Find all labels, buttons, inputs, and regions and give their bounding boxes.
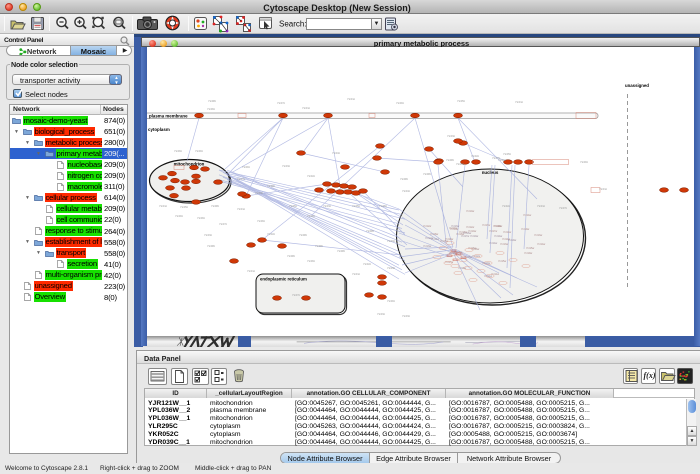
svg-text:Ynl14w: Ynl14w (489, 242, 497, 245)
svg-text:Ynl17w: Ynl17w (482, 224, 490, 227)
svg-text:Ynl16w: Ynl16w (471, 248, 479, 251)
svg-text:Ykr06c: Ykr06c (307, 259, 316, 263)
svg-text:Ykr08c: Ykr08c (423, 172, 432, 176)
svg-text:Ykr08c: Ykr08c (337, 249, 346, 253)
svg-text:Ykr06c: Ykr06c (174, 149, 183, 153)
svg-text:Ynl14w: Ynl14w (537, 243, 545, 246)
svg-text:Ykr01c: Ykr01c (237, 207, 246, 211)
svg-text:Ykr03c: Ykr03c (282, 164, 291, 168)
svg-text:Ykr04c: Ykr04c (402, 189, 411, 193)
svg-text:Ykr08c: Ykr08c (366, 229, 375, 233)
svg-text:Ykr05c: Ykr05c (352, 204, 361, 208)
svg-text:Ynl18w: Ynl18w (456, 233, 464, 236)
svg-text:Ykr03c: Ykr03c (377, 312, 386, 316)
svg-text:Ykr01c: Ykr01c (515, 100, 524, 104)
svg-text:Ykr00c: Ykr00c (387, 299, 396, 303)
svg-text:Ynl18w: Ynl18w (430, 233, 438, 236)
svg-text:Ykr03c: Ykr03c (323, 204, 332, 208)
svg-text:Ykr08c: Ykr08c (208, 99, 217, 103)
svg-text:Ykr04c: Ykr04c (332, 151, 341, 155)
svg-text:Ykr01c: Ykr01c (247, 269, 256, 273)
svg-text:Ykr03c: Ykr03c (387, 239, 396, 243)
svg-text:unassigned: unassigned (625, 83, 649, 88)
svg-text:Ykr03c: Ykr03c (387, 266, 396, 270)
svg-text:Ynl13w: Ynl13w (423, 245, 431, 248)
svg-text:Ykr05c: Ykr05c (457, 99, 466, 103)
svg-text:Ykr00c: Ykr00c (580, 160, 589, 164)
svg-text:plasma membrane: plasma membrane (149, 114, 188, 119)
svg-text:Ykr06c: Ykr06c (498, 158, 507, 162)
svg-text:Ynl17w: Ynl17w (489, 230, 497, 233)
svg-text:Ykr00c: Ykr00c (242, 165, 251, 169)
svg-text:Ynl11w: Ynl11w (431, 238, 439, 241)
svg-text:Ykr00c: Ykr00c (175, 214, 184, 218)
svg-text:Ykr01c: Ykr01c (302, 106, 311, 110)
svg-text:Ynl15w: Ynl15w (526, 247, 534, 250)
svg-text:Ynl13w: Ynl13w (534, 234, 542, 237)
svg-text:Ykr01c: Ykr01c (352, 272, 361, 276)
svg-text:endoplasmic reticulum: endoplasmic reticulum (260, 277, 307, 282)
svg-text:Ynl11w: Ynl11w (502, 238, 510, 241)
svg-text:cytoplasm: cytoplasm (148, 127, 170, 132)
svg-text:Ynl13w: Ynl13w (500, 243, 508, 246)
svg-text:Ynl14w: Ynl14w (503, 231, 511, 234)
svg-text:Ynl19w: Ynl19w (524, 252, 532, 255)
svg-text:Ykr07c: Ykr07c (277, 101, 286, 105)
svg-text:Ynl15w: Ynl15w (498, 260, 506, 263)
svg-text:Ynl12w: Ynl12w (423, 225, 431, 228)
svg-text:Ykr02c: Ykr02c (267, 232, 276, 236)
svg-text:Ykr08c: Ykr08c (287, 254, 296, 258)
svg-text:Ynl11w: Ynl11w (493, 225, 501, 228)
svg-text:Ykr08c: Ykr08c (446, 158, 455, 162)
svg-text:Ykr06c: Ykr06c (307, 214, 316, 218)
svg-text:Ykr02c: Ykr02c (363, 262, 372, 266)
svg-text:Ykr01c: Ykr01c (599, 187, 608, 191)
svg-text:Ykr03c: Ykr03c (447, 134, 456, 138)
svg-text:Ykr08c: Ykr08c (400, 177, 409, 181)
svg-text:Ykr05c: Ykr05c (503, 152, 512, 156)
svg-text:Ykr06c: Ykr06c (257, 219, 266, 223)
svg-text:Ykr05c: Ykr05c (289, 204, 298, 208)
svg-text:Ynl10w: Ynl10w (466, 210, 474, 213)
svg-text:Ynl10w: Ynl10w (468, 230, 476, 233)
svg-text:Ykr05c: Ykr05c (379, 204, 388, 208)
svg-text:Ynl10w: Ynl10w (450, 228, 458, 231)
svg-text:Ykr01c: Ykr01c (347, 97, 356, 101)
svg-text:Ykr07c: Ykr07c (237, 177, 246, 181)
svg-text:Ykr05c: Ykr05c (180, 205, 189, 209)
svg-text:Ykr00c: Ykr00c (396, 101, 405, 105)
svg-text:Ykr08c: Ykr08c (267, 184, 276, 188)
svg-text:Ykr02c: Ykr02c (471, 154, 480, 158)
svg-text:Ynl19w: Ynl19w (521, 228, 529, 231)
svg-text:Ykr06c: Ykr06c (207, 107, 216, 111)
svg-text:Ykr07c: Ykr07c (292, 293, 301, 297)
svg-text:Ykr08c: Ykr08c (299, 233, 308, 237)
svg-text:Ykr01c: Ykr01c (537, 204, 546, 208)
svg-text:Ynl14w: Ynl14w (523, 214, 531, 217)
svg-text:Ykr02c: Ykr02c (502, 204, 511, 208)
svg-text:Ykr03c: Ykr03c (204, 233, 213, 237)
svg-text:Search:: Search: (279, 20, 307, 29)
svg-text:Ynl12w: Ynl12w (466, 226, 474, 229)
svg-text:nucleus: nucleus (482, 170, 499, 175)
svg-text:Ykr04c: Ykr04c (456, 162, 465, 166)
svg-text:Ykr07c: Ykr07c (559, 206, 568, 210)
svg-text:Ykr00c: Ykr00c (195, 149, 204, 153)
svg-text:Ykr03c: Ykr03c (255, 191, 264, 195)
svg-text:Ykr01c: Ykr01c (159, 204, 168, 208)
svg-text:Ynl19w: Ynl19w (445, 238, 453, 241)
svg-text:Ykr02c: Ykr02c (307, 174, 316, 178)
svg-text:Ykr08c: Ykr08c (211, 204, 220, 208)
svg-text:Ykr03c: Ykr03c (402, 314, 411, 318)
svg-text:Ynl18w: Ynl18w (458, 267, 466, 270)
svg-text:Ykr07c: Ykr07c (219, 222, 228, 226)
svg-text:Ykr08c: Ykr08c (315, 244, 324, 248)
svg-text:Ynl10w: Ynl10w (470, 235, 478, 238)
svg-text:Ykr08c: Ykr08c (207, 244, 216, 248)
svg-text:Ykr06c: Ykr06c (197, 216, 206, 220)
